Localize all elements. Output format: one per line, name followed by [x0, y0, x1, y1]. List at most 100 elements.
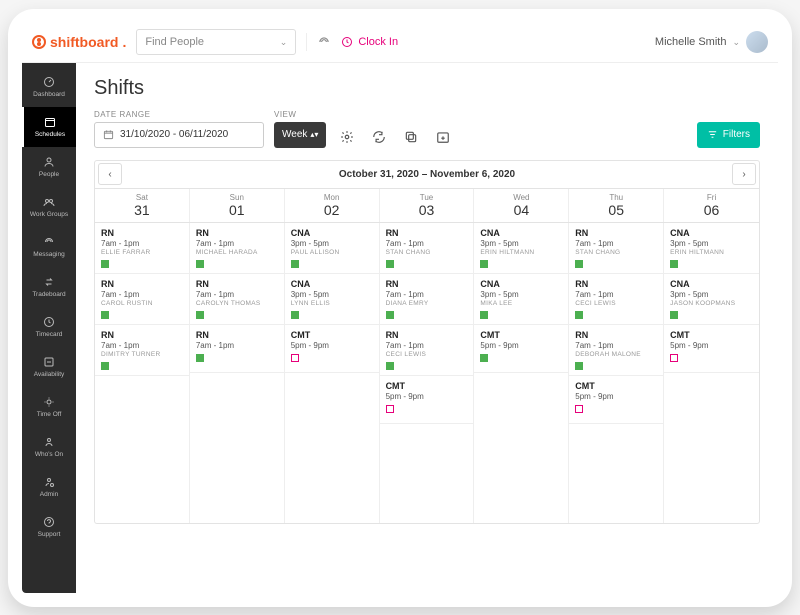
clock-icon [43, 316, 55, 328]
clock-in-button[interactable]: Clock In [341, 36, 398, 48]
shift-time: 7am - 1pm [386, 341, 468, 350]
shift-card[interactable]: CMT5pm - 9pm [569, 376, 663, 424]
sidebar-item-label: Timecard [36, 331, 63, 338]
shift-card[interactable]: RN7am - 1pmSTAN CHANG [569, 223, 663, 274]
shift-status-indicator [480, 260, 488, 268]
sidebar-item-schedules[interactable]: Schedules [22, 107, 76, 147]
shift-person: MICHAEL HARADA [196, 249, 278, 256]
shift-status-indicator [101, 311, 109, 319]
broadcast-icon[interactable] [317, 35, 331, 49]
shift-person: DEBORAH MALONE [575, 351, 657, 358]
brand-logo[interactable]: shiftboard. [32, 34, 126, 50]
shift-role: RN [386, 279, 468, 289]
shift-card[interactable]: RN7am - 1pmDEBORAH MALONE [569, 325, 663, 376]
calendar-icon [103, 129, 114, 140]
find-people-select[interactable]: Find People ⌄ [136, 29, 296, 55]
user-menu[interactable]: Michelle Smith ⌄ [655, 31, 768, 53]
shift-person: CECI LEWIS [575, 300, 657, 307]
shift-card[interactable]: CNA3pm - 5pmJASON KOOPMANS [664, 274, 759, 325]
day-header: Thu05 [569, 189, 664, 222]
shift-card[interactable]: RN7am - 1pmSTAN CHANG [380, 223, 474, 274]
day-of-week: Sat [95, 193, 189, 202]
sort-icon: ▴▾ [310, 131, 318, 139]
day-number: 04 [474, 202, 568, 218]
sun-icon [43, 396, 55, 408]
swap-icon [43, 276, 55, 288]
sidebar-item-timeoff[interactable]: Time Off [22, 387, 76, 427]
prev-week-button[interactable]: ‹ [98, 163, 122, 185]
sidebar-item-support[interactable]: Support [22, 507, 76, 547]
shift-card[interactable]: RN7am - 1pmCAROLYN THOMAS [190, 274, 284, 325]
shift-card[interactable]: CNA3pm - 5pmERIN HILTMANN [474, 223, 568, 274]
day-header: Wed04 [474, 189, 569, 222]
next-week-button[interactable]: › [732, 163, 756, 185]
refresh-icon [372, 130, 386, 144]
sidebar-item-tradeboard[interactable]: Tradeboard [22, 267, 76, 307]
shift-time: 3pm - 5pm [291, 290, 373, 299]
shift-status-indicator [291, 260, 299, 268]
shift-card[interactable]: RN7am - 1pmDIANA EMRY [380, 274, 474, 325]
shift-card[interactable]: CMT5pm - 9pm [474, 325, 568, 373]
calendar-column: CNA3pm - 5pmERIN HILTMANNCNA3pm - 5pmJAS… [664, 223, 759, 523]
refresh-button[interactable] [368, 126, 390, 148]
sidebar-item-availability[interactable]: Availability [22, 347, 76, 387]
day-header: Fri06 [664, 189, 759, 222]
shift-status-indicator [575, 405, 583, 413]
shift-status-indicator [480, 354, 488, 362]
date-range-input[interactable]: 31/10/2020 - 06/11/2020 [94, 122, 264, 148]
shift-role: CNA [291, 228, 373, 238]
settings-button[interactable] [336, 126, 358, 148]
shift-time: 5pm - 9pm [291, 341, 373, 350]
shift-card[interactable]: RN7am - 1pmCAROL RUSTIN [95, 274, 189, 325]
sidebar-item-timecard[interactable]: Timecard [22, 307, 76, 347]
shift-card[interactable]: RN7am - 1pmCECI LEWIS [380, 325, 474, 376]
shift-card[interactable]: RN7am - 1pmDIMITRY TURNER [95, 325, 189, 376]
shift-card[interactable]: CNA3pm - 5pmERIN HILTMANN [664, 223, 759, 274]
sidebar-item-label: Messaging [33, 251, 64, 258]
shift-person: LYNN ELLIS [291, 300, 373, 307]
shift-card[interactable]: CMT5pm - 9pm [285, 325, 379, 373]
shift-card[interactable]: RN7am - 1pmCECI LEWIS [569, 274, 663, 325]
shift-person: CAROLYN THOMAS [196, 300, 278, 307]
shift-role: RN [101, 279, 183, 289]
view-select[interactable]: Week ▴▾ [274, 122, 326, 148]
shift-time: 7am - 1pm [196, 239, 278, 248]
shift-role: CMT [670, 330, 753, 340]
shift-status-indicator [386, 362, 394, 370]
sidebar-item-label: Time Off [37, 411, 62, 418]
sidebar-item-label: Dashboard [33, 91, 65, 98]
sidebar-item-workgroups[interactable]: Work Groups [22, 187, 76, 227]
copy-button[interactable] [400, 126, 422, 148]
sidebar-item-dashboard[interactable]: Dashboard [22, 67, 76, 107]
shift-person: STAN CHANG [575, 249, 657, 256]
day-of-week: Tue [380, 193, 474, 202]
sidebar-item-admin[interactable]: Admin [22, 467, 76, 507]
day-of-week: Fri [664, 193, 759, 202]
shift-card[interactable]: CNA3pm - 5pmLYNN ELLIS [285, 274, 379, 325]
shift-card[interactable]: RN7am - 1pm [190, 325, 284, 373]
shift-status-indicator [291, 311, 299, 319]
shift-card[interactable]: CNA3pm - 5pmPAUL ALLISON [285, 223, 379, 274]
gear-icon [340, 130, 354, 144]
add-shift-button[interactable] [432, 126, 454, 148]
shift-time: 3pm - 5pm [480, 239, 562, 248]
clock-icon [341, 36, 353, 48]
shift-person: JASON KOOPMANS [670, 300, 753, 307]
shift-card[interactable]: CMT5pm - 9pm [380, 376, 474, 424]
shift-card[interactable]: RN7am - 1pmMICHAEL HARADA [190, 223, 284, 274]
shift-card[interactable]: CMT5pm - 9pm [664, 325, 759, 373]
page-title: Shifts [94, 77, 760, 100]
shift-time: 7am - 1pm [386, 239, 468, 248]
filters-label: Filters [723, 129, 750, 140]
shift-card[interactable]: RN7am - 1pmELLIE FARRAR [95, 223, 189, 274]
sidebar-item-whoson[interactable]: Who's On [22, 427, 76, 467]
shift-card[interactable]: CNA3pm - 5pmMIKA LEE [474, 274, 568, 325]
shift-time: 7am - 1pm [101, 239, 183, 248]
day-header: Tue03 [380, 189, 475, 222]
sidebar-item-messaging[interactable]: Messaging [22, 227, 76, 267]
sidebar-item-people[interactable]: People [22, 147, 76, 187]
shift-status-indicator [101, 260, 109, 268]
date-range-label: DATE RANGE [94, 110, 264, 119]
calendar-range-label: October 31, 2020 – November 6, 2020 [125, 169, 729, 180]
filters-button[interactable]: Filters [697, 122, 760, 148]
